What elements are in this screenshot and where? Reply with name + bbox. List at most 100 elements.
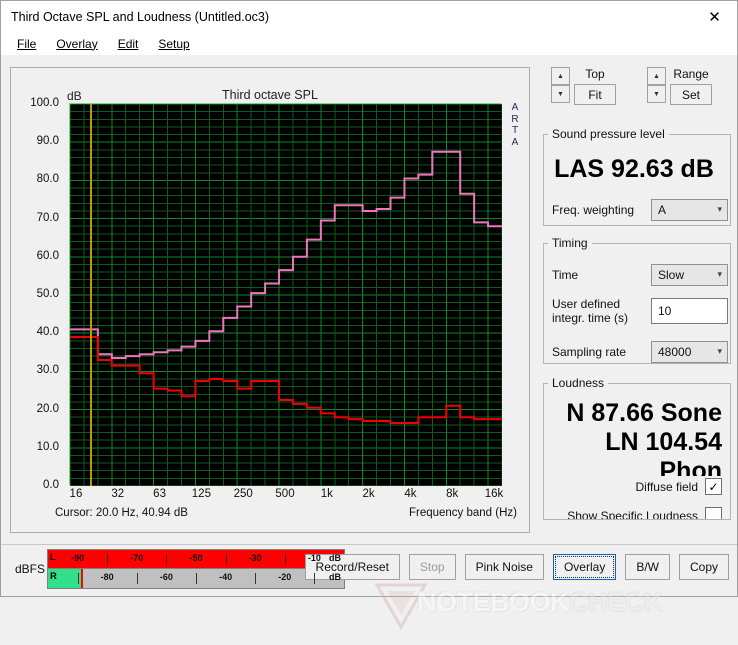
meter-scale-number: -10 [308, 553, 321, 563]
top-fit-button[interactable]: Fit [574, 84, 616, 105]
y-axis-labels: 0.010.020.030.040.050.060.070.080.090.01… [11, 103, 63, 485]
specific-loudness-label: Show Specific Loudness [567, 509, 698, 521]
window-title: Third Octave SPL and Loudness (Untitled.… [1, 10, 269, 24]
x-tick-label: 16k [485, 488, 504, 500]
meter-scale-tick [285, 554, 286, 565]
stop-button[interactable]: Stop [409, 554, 456, 580]
overlay-button[interactable]: Overlay [553, 554, 616, 580]
level-meter-left-channel: L -90 -70 -50 -30 -10 dB [48, 550, 344, 569]
integration-time-row: User defined integr. time (s) 10 [552, 297, 728, 325]
bottom-bar: dBFS L -90-70-50-30-10dB R -80-60-40-20d… [1, 544, 737, 596]
integration-time-input[interactable]: 10 [651, 298, 728, 324]
x-tick-label: 16 [70, 488, 83, 500]
range-set-button[interactable]: Set [670, 84, 712, 105]
level-meter-right-label: R [50, 571, 57, 582]
chevron-down-icon: ▾ [717, 205, 722, 215]
loudness-sone-value: N 87.66 Sone [544, 399, 722, 428]
x-tick-label: 1k [321, 488, 333, 500]
meter-scale-number: -20 [278, 572, 291, 582]
sound-pressure-level-group: Sound pressure level LAS 92.63 dB Freq. … [543, 127, 731, 226]
meter-scale-tick [255, 573, 256, 584]
freq-weighting-select[interactable]: A ▾ [651, 199, 728, 221]
y-tick-label: 100.0 [30, 97, 59, 109]
level-meter[interactable]: L -90-70-50-30-10dB R -80-60-40-20dB [47, 549, 345, 589]
plot-svg [70, 104, 502, 486]
meter-scale-tick [196, 573, 197, 584]
top-control-group: ▲ ▼ Top Fit [551, 67, 616, 105]
copy-button[interactable]: Copy [679, 554, 729, 580]
y-tick-label: 0.0 [43, 479, 59, 491]
body-area: dB Third octave SPL ARTA 0.010.020.030.0… [1, 55, 737, 596]
close-icon[interactable]: ✕ [692, 1, 737, 32]
top-spinner[interactable]: ▲ ▼ [551, 67, 570, 103]
diffuse-field-row[interactable]: Diffuse field ✓ [636, 478, 722, 495]
meter-scale-number: -60 [160, 572, 173, 582]
freq-weighting-label: Freq. weighting [552, 203, 634, 217]
bw-button[interactable]: B/W [625, 554, 670, 580]
menu-label-setup: Setup [158, 37, 189, 51]
meter-scale-tick [166, 554, 167, 565]
x-tick-label: 32 [111, 488, 124, 500]
sampling-rate-row: Sampling rate 48000 ▾ [552, 341, 728, 363]
meter-scale-number: -70 [130, 553, 143, 563]
meter-scale-number: -90 [71, 553, 84, 563]
top-spinner-down-icon[interactable]: ▼ [551, 85, 570, 103]
chart-panel: dB Third octave SPL ARTA 0.010.020.030.0… [10, 67, 530, 533]
range-spinner[interactable]: ▲ ▼ [647, 67, 666, 103]
sampling-rate-label: Sampling rate [552, 345, 626, 359]
level-meter-right-peak [81, 569, 83, 588]
y-tick-label: 20.0 [37, 403, 59, 415]
pink-noise-button[interactable]: Pink Noise [465, 554, 544, 580]
meter-scale-tick [226, 554, 227, 565]
specific-loudness-row[interactable]: Show Specific Loudness [567, 507, 722, 520]
x-tick-label: 8k [446, 488, 458, 500]
level-meter-left-label: L [50, 552, 56, 563]
diffuse-field-checkbox[interactable]: ✓ [705, 478, 722, 495]
loudness-phon-value: LN 104.54 [544, 428, 722, 457]
sampling-rate-value: 48000 [658, 345, 691, 359]
top-caption-group: Top Fit [574, 67, 616, 105]
meter-scale-number: -40 [219, 572, 232, 582]
chevron-down-icon: ▾ [717, 347, 722, 357]
range-spinner-up-icon[interactable]: ▲ [647, 67, 666, 85]
top-caption: Top [585, 67, 604, 81]
menu-item-edit[interactable]: Edit [110, 35, 147, 53]
title-bar: Third Octave SPL and Loudness (Untitled.… [1, 1, 737, 32]
meter-scale-tick [107, 554, 108, 565]
menu-item-overlay[interactable]: Overlay [48, 35, 105, 53]
timing-group: Timing Time Slow ▾ User defined integr. … [543, 236, 731, 364]
meter-scale-tick [314, 573, 315, 584]
menu-item-setup[interactable]: Setup [150, 35, 197, 53]
spl-legend: Sound pressure level [548, 127, 669, 141]
y-tick-label: 60.0 [37, 250, 59, 262]
meter-scale-tick [78, 573, 79, 584]
level-meter-right-channel: R -80-60-40-20dB [48, 569, 344, 588]
x-tick-label: 250 [234, 488, 253, 500]
meter-scale-tick [137, 573, 138, 584]
menu-label-edit: Edit [118, 37, 139, 51]
y-tick-label: 80.0 [37, 173, 59, 185]
range-spinner-down-icon[interactable]: ▼ [647, 85, 666, 103]
loudness-legend: Loudness [548, 376, 608, 390]
cursor-readout: Cursor: 20.0 Hz, 40.94 dB [55, 507, 188, 519]
action-button-row: Record/Reset Stop Pink Noise Overlay B/W… [305, 554, 729, 580]
x-tick-label: 2k [363, 488, 375, 500]
menu-item-file[interactable]: File [9, 35, 44, 53]
meter-scale-number: -50 [189, 553, 202, 563]
specific-loudness-checkbox[interactable] [705, 507, 722, 520]
time-select[interactable]: Slow ▾ [651, 264, 728, 286]
x-tick-label: 4k [404, 488, 416, 500]
top-spinner-up-icon[interactable]: ▲ [551, 67, 570, 85]
sampling-rate-select[interactable]: 48000 ▾ [651, 341, 728, 363]
integration-time-label: User defined integr. time (s) [552, 297, 628, 325]
range-caption-group: Range Set [670, 67, 712, 105]
chart-title: Third octave SPL [11, 88, 529, 102]
timing-legend: Timing [548, 236, 592, 250]
meter-unit-label: dB [329, 553, 341, 563]
level-meter-bottom-scale: -80-60-40-20dB [48, 569, 344, 588]
x-tick-label: 125 [192, 488, 211, 500]
y-tick-label: 40.0 [37, 326, 59, 338]
time-row: Time Slow ▾ [552, 264, 728, 286]
meter-scale-number: -30 [249, 553, 262, 563]
plot-area[interactable] [69, 103, 501, 485]
